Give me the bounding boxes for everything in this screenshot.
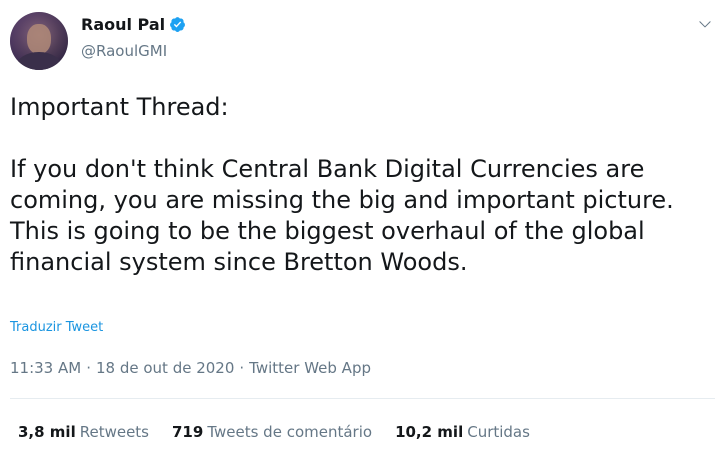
- author-handle[interactable]: @RaoulGMI: [81, 42, 167, 60]
- verified-badge-icon: [170, 17, 186, 32]
- author-name-row[interactable]: Raoul Pal: [81, 15, 186, 34]
- tweet-time[interactable]: 11:33 AM: [10, 359, 81, 377]
- quote-tweets-count: 719: [172, 423, 204, 441]
- meta-separator: ·: [86, 359, 91, 377]
- retweets-stat[interactable]: 3,8 mil Retweets: [18, 423, 149, 441]
- translate-tweet-link[interactable]: Traduzir Tweet: [10, 320, 103, 335]
- retweets-label: Retweets: [79, 423, 149, 441]
- retweets-count: 3,8 mil: [18, 423, 76, 441]
- likes-count: 10,2 mil: [395, 423, 464, 441]
- tweet-card: Raoul Pal @RaoulGMI Important Thread: If…: [0, 0, 725, 452]
- tweet-text: Important Thread: If you don't think Cen…: [10, 93, 674, 276]
- tweet-stats: 3,8 mil Retweets 719 Tweets de comentário …: [18, 423, 553, 441]
- tweet-source-app[interactable]: Twitter Web App: [249, 359, 371, 377]
- quote-tweets-stat[interactable]: 719 Tweets de comentário: [172, 423, 372, 441]
- tweet-date[interactable]: 18 de out de 2020: [96, 359, 234, 377]
- author-display-name[interactable]: Raoul Pal: [81, 15, 165, 34]
- quote-tweets-label: Tweets de comentário: [207, 423, 373, 441]
- tweet-metadata: 11:33 AM · 18 de out de 2020 · Twitter W…: [10, 359, 371, 377]
- likes-label: Curtidas: [467, 423, 530, 441]
- divider: [10, 398, 715, 399]
- avatar-face: [27, 24, 51, 54]
- avatar[interactable]: [10, 12, 68, 70]
- chevron-down-icon[interactable]: [697, 16, 713, 32]
- likes-stat[interactable]: 10,2 mil Curtidas: [395, 423, 530, 441]
- meta-separator: ·: [239, 359, 245, 377]
